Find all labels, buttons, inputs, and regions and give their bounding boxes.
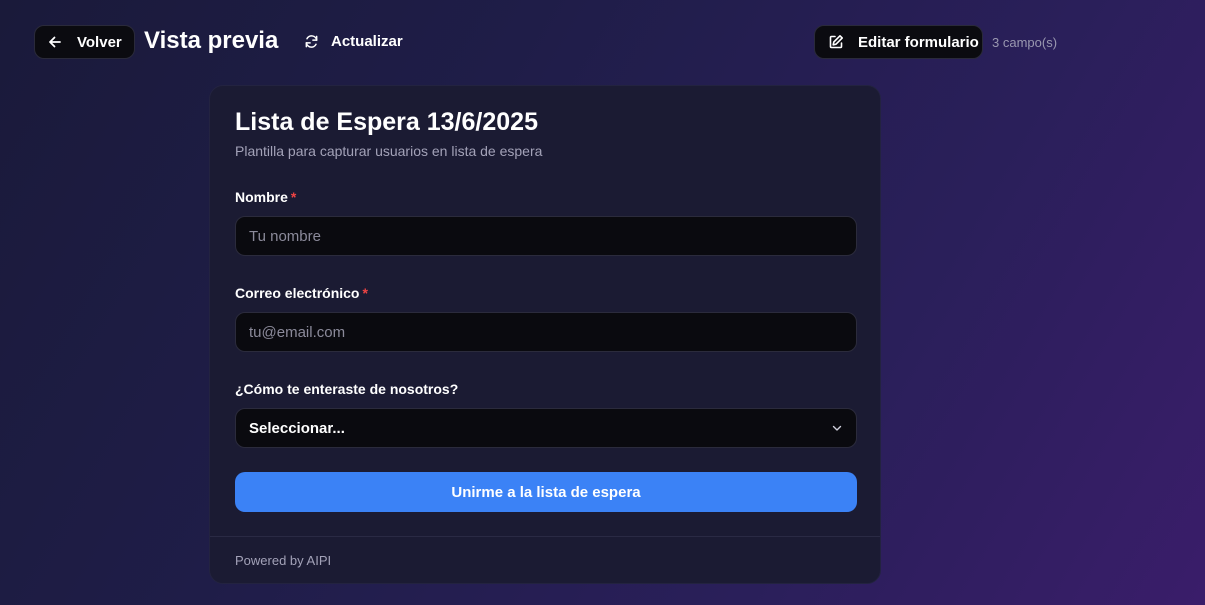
name-field-label: Nombre *	[235, 189, 297, 205]
source-select-value: Seleccionar...	[249, 419, 345, 437]
refresh-button[interactable]: Actualizar	[304, 33, 403, 50]
join-waitlist-button[interactable]: Unirme a la lista de espera	[235, 472, 857, 512]
email-field-label: Correo electrónico *	[235, 285, 368, 301]
refresh-button-label: Actualizar	[331, 33, 403, 50]
page-title: Vista previa	[144, 27, 279, 54]
form-preview-card: Lista de Espera 13/6/2025 Plantilla para…	[209, 85, 881, 584]
back-button-label: Volver	[77, 33, 122, 51]
field-count: 3 campo(s)	[992, 35, 1058, 50]
source-field-label: ¿Cómo te enteraste de nosotros?	[235, 381, 459, 397]
chevron-down-icon	[831, 422, 843, 434]
footer-divider	[210, 536, 880, 537]
source-select[interactable]: Seleccionar...	[235, 408, 857, 448]
edit-form-button-label: Editar formulario	[858, 33, 979, 51]
required-mark: *	[290, 189, 297, 205]
refresh-icon	[304, 34, 319, 49]
top-bar: Volver Vista previa Actualizar Editar fo…	[34, 24, 1205, 60]
back-button[interactable]: Volver	[34, 25, 135, 59]
form-subtitle: Plantilla para capturar usuarios en list…	[235, 143, 543, 159]
arrow-left-icon	[47, 34, 63, 50]
powered-by-text: Powered by AIPI	[235, 553, 332, 568]
email-input[interactable]	[235, 312, 857, 352]
name-input[interactable]	[235, 216, 857, 256]
form-title: Lista de Espera 13/6/2025	[235, 108, 538, 136]
edit-icon	[828, 34, 844, 50]
required-mark: *	[362, 285, 368, 301]
edit-form-button[interactable]: Editar formulario	[814, 25, 983, 59]
